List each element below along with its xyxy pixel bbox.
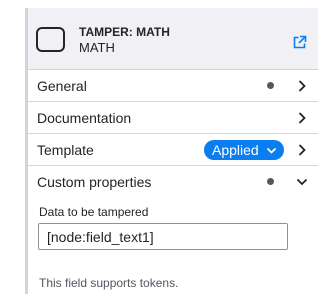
field-label: Data to be tampered xyxy=(39,205,149,219)
section-general[interactable]: General xyxy=(28,70,318,102)
chevron-right-icon[interactable] xyxy=(296,111,308,125)
chevron-right-icon[interactable] xyxy=(296,143,308,157)
applied-dropdown-button[interactable]: Applied xyxy=(204,140,284,160)
tampered-data-input[interactable] xyxy=(38,223,288,250)
properties-panel: TAMPER: MATH MATH General Documentation … xyxy=(25,8,318,294)
section-label: Documentation xyxy=(37,110,132,126)
badge-label: Applied xyxy=(212,142,259,158)
plugin-title: TAMPER: MATH xyxy=(79,25,170,39)
chevron-right-icon[interactable] xyxy=(296,79,308,93)
help-text: This field supports tokens. xyxy=(39,276,179,290)
section-custom-properties[interactable]: Custom properties xyxy=(28,166,318,198)
chevron-down-icon[interactable] xyxy=(296,175,308,189)
rounded-square-icon xyxy=(36,27,65,52)
status-dot-icon xyxy=(267,178,274,185)
plugin-subtitle: MATH xyxy=(79,40,115,55)
section-label: Custom properties xyxy=(37,174,152,190)
status-dot-icon xyxy=(267,82,274,89)
panel-header: TAMPER: MATH MATH xyxy=(28,8,318,70)
external-link-icon[interactable] xyxy=(293,35,307,49)
section-label: General xyxy=(37,78,87,94)
chevron-down-icon xyxy=(266,147,277,154)
section-documentation[interactable]: Documentation xyxy=(28,102,318,134)
section-label: Template xyxy=(37,142,94,158)
section-template[interactable]: Template Applied xyxy=(28,134,318,166)
